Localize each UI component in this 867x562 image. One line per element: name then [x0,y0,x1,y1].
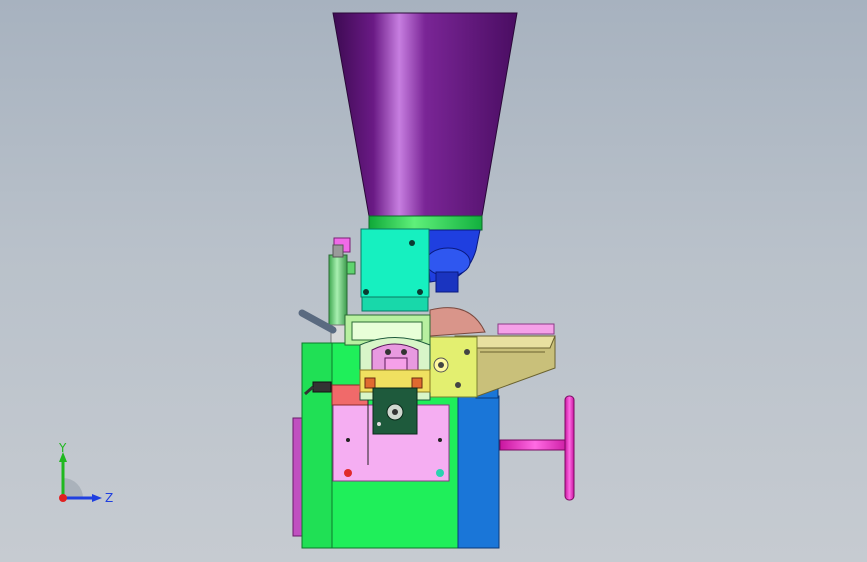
z-axis-arrow-icon [92,494,102,502]
lever-arm[interactable] [298,309,337,334]
y-axis-label: Y [58,441,67,455]
t-handle[interactable] [499,395,575,501]
origin-icon [59,494,67,502]
blue-motor[interactable] [425,229,481,293]
orientation-triad: Y Z [58,441,113,505]
salmon-disk[interactable] [429,307,486,337]
cyan-feeder-block[interactable] [360,228,430,312]
triad-plane [63,478,83,498]
teal-indicator [436,469,444,477]
red-indicator [344,469,352,477]
cad-graphics-viewport[interactable]: Y Z [0,0,867,562]
machine-3d-model[interactable] [0,0,867,562]
hopper-collar[interactable] [368,215,483,231]
blue-column[interactable] [457,379,500,549]
z-axis-label: Z [105,491,113,505]
hopper-cone[interactable] [332,12,518,217]
dark-green-guide[interactable] [372,387,418,435]
